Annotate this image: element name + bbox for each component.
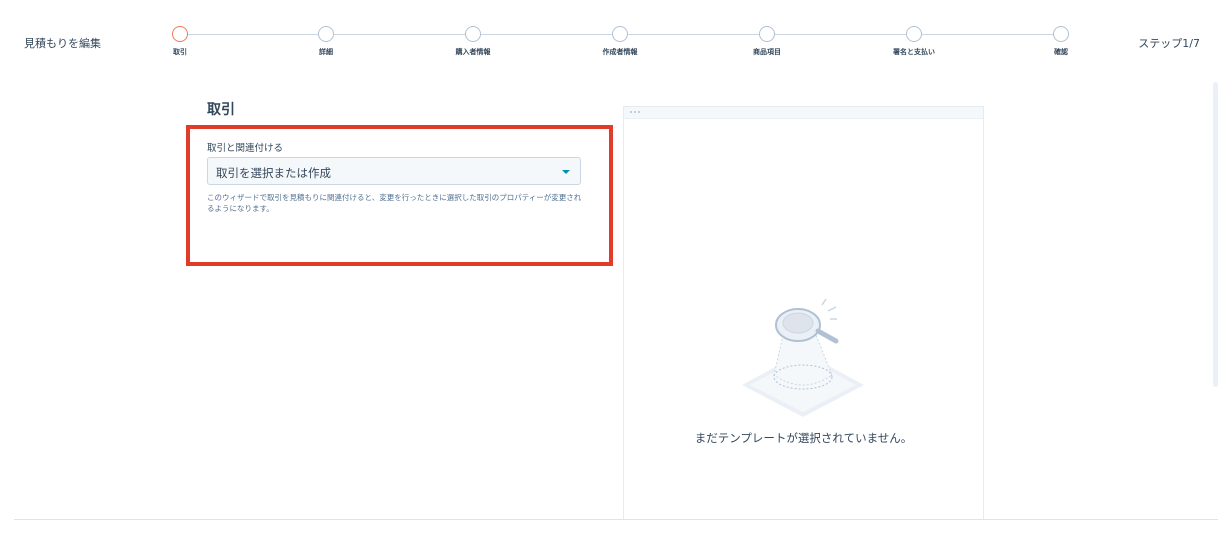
caret-down-icon [562, 170, 570, 174]
quote-editor-page: 見積もりを編集 取引 詳細 購入者情報 作成者情報 商品項目 署名と支払い 確認… [0, 0, 1232, 538]
step-label: 商品項目 [753, 48, 781, 56]
step-deal[interactable]: 取引 [140, 26, 220, 57]
deal-association-label: 取引と関連付ける [207, 143, 284, 154]
step-circle [906, 26, 922, 42]
template-preview-panel: まだテンプレートが選択されていません。 [623, 106, 984, 520]
wizard-header: 見積もりを編集 取引 詳細 購入者情報 作成者情報 商品項目 署名と支払い 確認… [0, 0, 1232, 80]
step-review[interactable]: 確認 [1021, 26, 1101, 57]
step-counter: ステップ1/7 [1138, 37, 1200, 50]
step-label: 詳細 [319, 48, 333, 56]
bottom-divider [14, 519, 1218, 520]
step-signature-payment[interactable]: 署名と支払い [874, 26, 954, 57]
dots-icon [630, 111, 640, 113]
step-label: 確認 [1054, 48, 1068, 56]
step-label: 作成者情報 [602, 48, 638, 56]
step-circle [759, 26, 775, 42]
step-circle [318, 26, 334, 42]
step-circle-active [172, 26, 188, 42]
step-circle [1053, 26, 1069, 42]
empty-state-message: まだテンプレートが選択されていません。 [694, 431, 913, 445]
preview-toolbar [624, 107, 983, 119]
help-text: このウィザードで取引を見積もりに関連付けると、変更を行ったときに選択した取引のプ… [207, 193, 582, 213]
scrollbar[interactable] [1213, 82, 1218, 387]
select-value: 取引を選択または作成 [216, 166, 331, 180]
step-circle [612, 26, 628, 42]
step-label: 署名と支払い [893, 48, 935, 56]
step-line-items[interactable]: 商品項目 [727, 26, 807, 57]
step-buyer-info[interactable]: 購入者情報 [433, 26, 513, 57]
step-details[interactable]: 詳細 [286, 26, 366, 57]
page-title: 見積もりを編集 [24, 37, 101, 50]
magnifier-empty-icon [742, 298, 864, 417]
step-label: 取引 [173, 48, 187, 56]
step-circle [465, 26, 481, 42]
step-label: 購入者情報 [455, 48, 491, 56]
step-creator-info[interactable]: 作成者情報 [580, 26, 660, 57]
section-title: 取引 [207, 102, 235, 118]
deal-select-dropdown[interactable]: 取引を選択または作成 [207, 157, 581, 185]
